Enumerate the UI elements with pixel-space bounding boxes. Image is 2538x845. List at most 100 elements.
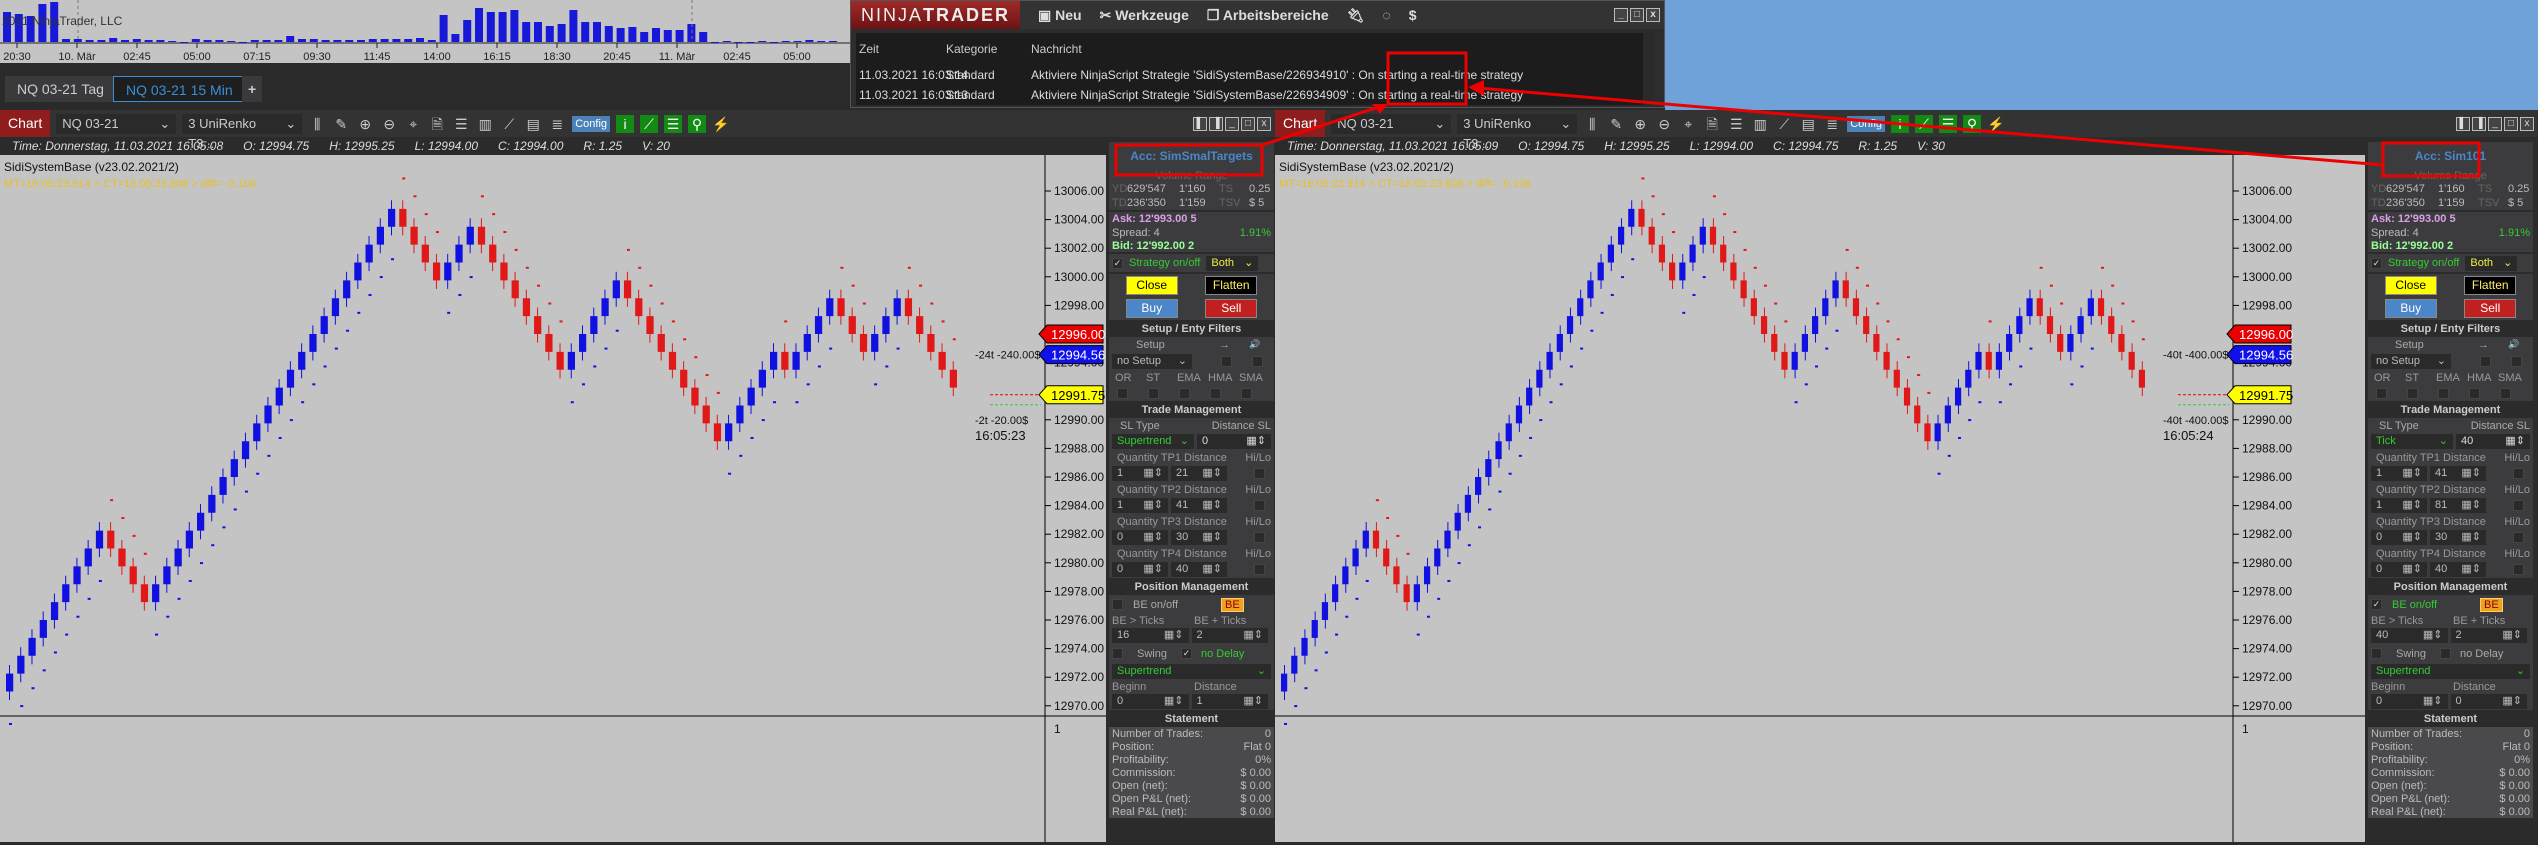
distance-input[interactable]: 0 ▦⇕ [2450, 694, 2527, 709]
maximize-button[interactable]: □ [2504, 116, 2518, 131]
hilo-checkbox[interactable] [2513, 500, 2524, 511]
tp-quantity-input[interactable]: 1 ▦⇕ [1112, 466, 1168, 481]
direction-dropdown[interactable]: Both ⌄ [2465, 255, 2518, 271]
config-button[interactable]: Config [572, 115, 611, 132]
data-box-icon[interactable]: 🗎︎ [1703, 115, 1721, 133]
draw-tool-icon[interactable]: ✎ [332, 115, 350, 133]
draw-tool-icon[interactable]: ✎ [1607, 115, 1625, 133]
filter-checkbox[interactable] [1210, 387, 1221, 399]
price-chart[interactable]: 13006.00 13004.00 13002.00 13000.00 12998.00… [1275, 155, 2365, 842]
sync-icon[interactable]: ◌ [1382, 7, 1390, 23]
tp-distance-input[interactable]: 30 ▦⇕ [2430, 530, 2486, 545]
lightning-icon[interactable]: ⚡ [712, 115, 730, 133]
tp-quantity-input[interactable]: 0 ▦⇕ [2371, 530, 2427, 545]
zoom-in-icon[interactable]: ⊕ [1631, 115, 1649, 133]
be-plus-input[interactable]: 2 ▦⇕ [2450, 628, 2527, 643]
hilo-checkbox[interactable] [1254, 532, 1265, 543]
indicators-icon[interactable]: ▥ [1751, 115, 1769, 133]
config-button[interactable]: Config [1847, 115, 1886, 132]
trail-type-dropdown[interactable]: Supertrend ⌄ [2371, 664, 2530, 679]
col-nachricht[interactable]: Nachricht [1031, 39, 1082, 59]
minimize-button[interactable]: _ [2488, 116, 2502, 131]
menu-werkzeuge[interactable]: ✂ Werkzeuge [1100, 7, 1189, 24]
tp-distance-input[interactable]: 41 ▦⇕ [2430, 466, 2486, 481]
flatten-button[interactable]: Flatten [1205, 276, 1258, 295]
crosshair-icon[interactable]: ⌖ [1679, 115, 1697, 133]
dollar-icon[interactable]: $ [1409, 7, 1417, 23]
properties-icon[interactable]: ▤ [524, 115, 542, 133]
filter-checkbox[interactable] [1117, 387, 1128, 399]
tp-distance-input[interactable]: 40 ▦⇕ [1171, 562, 1227, 577]
sound-checkbox[interactable] [1252, 355, 1263, 367]
tile-left-button[interactable]: ▌ [1193, 116, 1207, 131]
tp-distance-input[interactable]: 40 ▦⇕ [2430, 562, 2486, 577]
setup-dropdown[interactable]: no Setup ⌄ [1112, 353, 1192, 369]
strategy-checkbox[interactable]: ✓ [1112, 257, 1123, 269]
zoom-in-icon[interactable]: ⊕ [356, 115, 374, 133]
sell-button[interactable]: Sell [1205, 299, 1258, 318]
list-icon[interactable]: ≣ [1823, 115, 1841, 133]
tp-distance-input[interactable]: 30 ▦⇕ [1171, 530, 1227, 545]
strategy-checkbox[interactable]: ✓ [2371, 257, 2382, 269]
crosshair-icon[interactable]: ⌖ [404, 115, 422, 133]
buy-button[interactable]: Buy [2384, 299, 2437, 318]
tp-quantity-input[interactable]: 0 ▦⇕ [1112, 530, 1168, 545]
bar-style-icon[interactable]: ⫼ [308, 115, 326, 133]
be-checkbox[interactable]: ✓ [2371, 599, 2382, 610]
add-tab-button[interactable]: + [242, 76, 263, 102]
maximize-button[interactable]: □ [1241, 116, 1255, 131]
minimize-button[interactable]: _ [1225, 116, 1239, 131]
filter-checkbox[interactable] [2407, 387, 2418, 399]
trend-icon[interactable]: ⟋ [1915, 114, 1934, 133]
sound-checkbox[interactable] [2511, 355, 2522, 367]
col-kategorie[interactable]: Kategorie [946, 39, 997, 59]
swing-checkbox[interactable] [2371, 648, 2382, 659]
arrow-checkbox[interactable] [1221, 355, 1232, 367]
sl-type-dropdown[interactable]: Tick ⌄ [2371, 434, 2453, 449]
trail-type-dropdown[interactable]: Supertrend ⌄ [1112, 664, 1271, 679]
filter-checkbox[interactable] [2469, 387, 2480, 399]
hilo-checkbox[interactable] [2513, 532, 2524, 543]
sl-distance-input[interactable]: 40 ▦⇕ [2456, 434, 2530, 449]
strategies-icon[interactable]: ⟋ [500, 115, 518, 133]
tp-quantity-input[interactable]: 1 ▦⇕ [2371, 498, 2427, 513]
tp-quantity-input[interactable]: 0 ▦⇕ [1112, 562, 1168, 577]
buy-button[interactable]: Buy [1125, 299, 1178, 318]
setup-dropdown[interactable]: no Setup ⌄ [2371, 353, 2451, 369]
close-button[interactable]: x [1646, 8, 1660, 22]
zoom-out-icon[interactable]: ⊖ [1655, 115, 1673, 133]
indicators-icon[interactable]: ▥ [476, 115, 494, 133]
maximize-button[interactable]: □ [1630, 8, 1644, 22]
tp-quantity-input[interactable]: 1 ▦⇕ [1112, 498, 1168, 513]
be-checkbox[interactable] [1112, 599, 1123, 610]
location-pin-icon[interactable]: ⚲ [1963, 114, 1982, 133]
filter-checkbox[interactable] [1179, 387, 1190, 399]
sl-type-dropdown[interactable]: Supertrend ⌄ [1112, 434, 1194, 449]
menu-neu[interactable]: ▣ Neu [1038, 7, 1082, 24]
location-pin-icon[interactable]: ⚲ [688, 114, 707, 133]
hilo-checkbox[interactable] [2513, 564, 2524, 575]
be-button[interactable]: BE [1221, 597, 1244, 612]
bar-type-selector[interactable]: 3 UniRenko T3... ⌄ [1457, 113, 1578, 151]
filter-checkbox[interactable] [1241, 387, 1252, 399]
bar-style-icon[interactable]: ⫼ [1583, 115, 1601, 133]
levels-icon[interactable]: ☰ [1939, 114, 1958, 133]
instrument-selector[interactable]: NQ 03-21 ⌄ [56, 113, 177, 134]
tp-quantity-input[interactable]: 1 ▦⇕ [2371, 466, 2427, 481]
close-button[interactable]: x [1257, 116, 1271, 131]
connection-plug-icon[interactable]: 🔌︎ [1347, 7, 1365, 24]
no-delay-checkbox[interactable] [2440, 648, 2451, 659]
templates-icon[interactable]: ☰ [452, 115, 470, 133]
trend-icon[interactable]: ⟋ [640, 114, 659, 133]
tp-quantity-input[interactable]: 0 ▦⇕ [2371, 562, 2427, 577]
tile-right-button[interactable]: ▐ [2472, 116, 2486, 131]
flatten-button[interactable]: Flatten [2464, 276, 2517, 295]
hilo-checkbox[interactable] [2513, 468, 2524, 479]
tp-distance-input[interactable]: 21 ▦⇕ [1171, 466, 1227, 481]
hilo-checkbox[interactable] [1254, 564, 1265, 575]
distance-input[interactable]: 1 ▦⇕ [1191, 694, 1268, 709]
bar-type-selector[interactable]: 3 UniRenko T3... ⌄ [182, 113, 303, 151]
swing-checkbox[interactable] [1112, 648, 1123, 659]
price-chart[interactable]: 13006.00 13004.00 13002.00 13000.00 12998.00… [0, 155, 1106, 842]
tab-nq-15min[interactable]: NQ 03-21 15 Min [113, 76, 246, 102]
